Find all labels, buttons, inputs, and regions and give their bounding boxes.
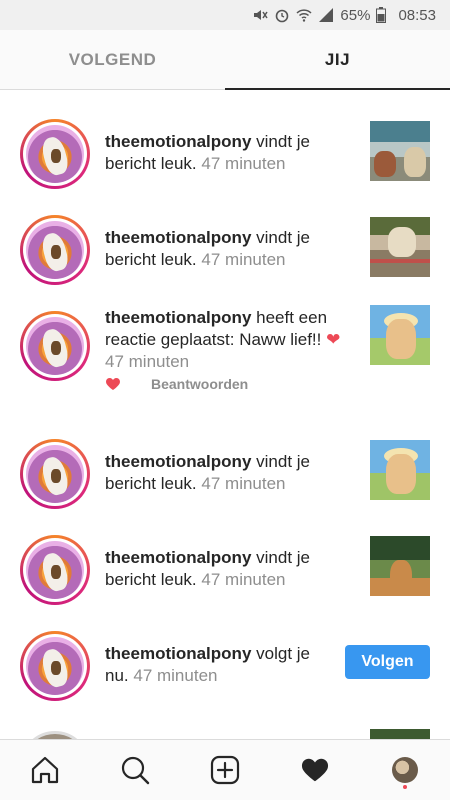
profile-button[interactable] bbox=[380, 745, 430, 795]
new-post-icon bbox=[210, 755, 240, 785]
activity-time: 47 minuten bbox=[196, 154, 286, 173]
battery-icon bbox=[376, 7, 392, 23]
user-avatar[interactable] bbox=[20, 535, 90, 605]
activity-text: theemotionalpony heeft een reactie gepla… bbox=[105, 307, 355, 373]
reply-button[interactable]: Beantwoorden bbox=[151, 376, 248, 392]
activity-text: theemotionalpony volgt je nu. 47 minuten bbox=[105, 643, 335, 687]
battery-percentage: 65% bbox=[340, 6, 371, 24]
activity-item[interactable]: theemotionalpony vindt je bericht leuk. … bbox=[0, 91, 450, 189]
post-thumbnail[interactable] bbox=[370, 217, 430, 277]
like-comment-heart-icon[interactable] bbox=[105, 376, 121, 392]
search-icon bbox=[121, 756, 150, 785]
username[interactable]: theemotionalpony bbox=[105, 452, 251, 471]
mute-icon bbox=[252, 7, 269, 23]
activity-item[interactable]: theemotionalpony vindt je bericht leuk. … bbox=[0, 187, 450, 285]
activity-time: 47 minuten bbox=[128, 666, 218, 685]
follow-button[interactable]: Volgen bbox=[345, 645, 430, 679]
post-thumbnail[interactable] bbox=[370, 729, 430, 739]
activity-item-follow[interactable]: theemotionalpony volgt je nu. 47 minuten… bbox=[0, 611, 450, 707]
user-avatar[interactable] bbox=[20, 731, 90, 739]
bottom-navigation bbox=[0, 739, 450, 800]
clock-time: 08:53 bbox=[398, 6, 436, 24]
post-thumbnail[interactable] bbox=[370, 305, 430, 365]
activity-time: 47 minuten bbox=[196, 474, 286, 493]
activity-item-comment[interactable]: theemotionalpony heeft een reactie gepla… bbox=[0, 283, 450, 419]
activity-tabs: VOLGEND JIJ bbox=[0, 30, 450, 90]
post-thumbnail[interactable] bbox=[370, 536, 430, 596]
username[interactable]: theemotionalpony bbox=[105, 132, 251, 151]
activity-heart-icon bbox=[301, 758, 329, 782]
signal-icon bbox=[318, 7, 334, 23]
comment-actions: Beantwoorden bbox=[105, 376, 248, 392]
post-thumbnail[interactable] bbox=[370, 440, 430, 500]
user-avatar[interactable] bbox=[20, 311, 90, 381]
activity-time: 47 minuten bbox=[196, 250, 286, 269]
activity-item[interactable]: theemotionalpony vindt je bericht leuk. … bbox=[0, 515, 450, 611]
user-avatar[interactable] bbox=[20, 119, 90, 189]
activity-time: 47 minuten bbox=[105, 352, 190, 371]
username[interactable]: theemotionalpony bbox=[105, 644, 251, 663]
activity-text: theemotionalpony vindt je bericht leuk. … bbox=[105, 227, 355, 271]
activity-time: 47 minuten bbox=[196, 570, 286, 589]
home-button[interactable] bbox=[20, 745, 70, 795]
new-post-button[interactable] bbox=[200, 745, 250, 795]
alarm-icon bbox=[274, 7, 290, 23]
post-thumbnail[interactable] bbox=[370, 121, 430, 181]
activity-button[interactable] bbox=[290, 745, 340, 795]
username[interactable]: theemotionalpony bbox=[105, 548, 251, 567]
activity-item[interactable]: theemotionalpony vindt je bericht leuk. … bbox=[0, 419, 450, 515]
activity-text: theemotionalpony vindt je bericht leuk. … bbox=[105, 451, 355, 495]
user-avatar[interactable] bbox=[20, 439, 90, 509]
tab-you[interactable]: JIJ bbox=[225, 30, 450, 90]
wifi-icon bbox=[296, 7, 312, 23]
user-avatar[interactable] bbox=[20, 631, 90, 701]
notification-dot bbox=[403, 785, 407, 789]
home-icon bbox=[31, 756, 59, 784]
activity-item[interactable] bbox=[0, 707, 450, 739]
username[interactable]: theemotionalpony bbox=[105, 308, 251, 327]
activity-feed[interactable]: theemotionalpony vindt je bericht leuk. … bbox=[0, 91, 450, 739]
status-bar: 65% 08:53 bbox=[0, 0, 450, 30]
red-heart-emoji: ❤ bbox=[326, 330, 341, 349]
activity-text: theemotionalpony vindt je bericht leuk. … bbox=[105, 131, 355, 175]
tab-following[interactable]: VOLGEND bbox=[0, 30, 225, 89]
profile-avatar bbox=[392, 757, 418, 783]
search-button[interactable] bbox=[110, 745, 160, 795]
username[interactable]: theemotionalpony bbox=[105, 228, 251, 247]
user-avatar[interactable] bbox=[20, 215, 90, 285]
activity-text: theemotionalpony vindt je bericht leuk. … bbox=[105, 547, 355, 591]
